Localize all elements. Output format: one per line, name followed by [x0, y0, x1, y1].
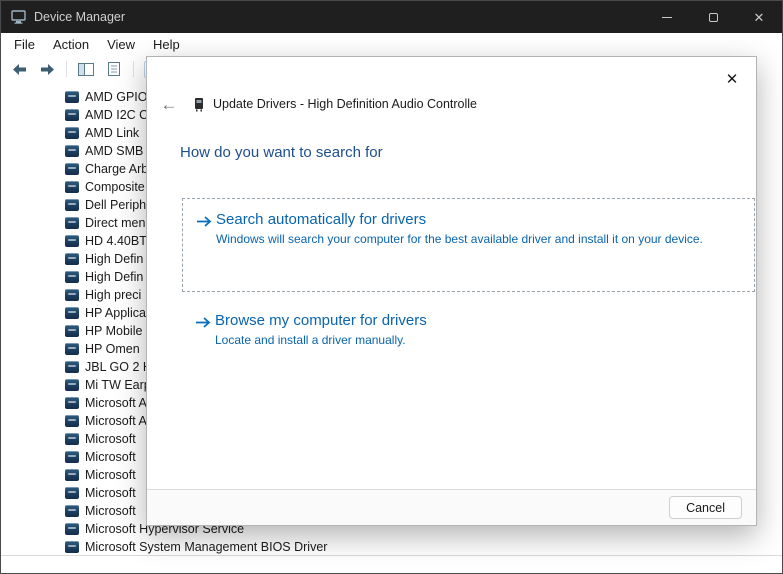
device-icon: [65, 91, 79, 103]
device-icon: [65, 127, 79, 139]
show-console-tree-button[interactable]: [74, 58, 98, 80]
properties-button[interactable]: [102, 58, 126, 80]
dialog-heading: How do you want to search for: [180, 144, 383, 161]
tree-item-label: Microsoft: [85, 504, 136, 518]
tree-item-label: HP Mobile: [85, 324, 142, 338]
option-focus-box: Search automatically for drivers Windows…: [182, 198, 755, 292]
tree-item-label: Microsoft: [85, 432, 136, 446]
tree-item-label: Microsoft: [85, 486, 136, 500]
menu-file[interactable]: File: [5, 35, 44, 54]
tree-item-label: Direct men: [85, 216, 145, 230]
device-icon: [65, 163, 79, 175]
maximize-icon: [709, 13, 718, 22]
device-icon: [65, 397, 79, 409]
menu-view[interactable]: View: [98, 35, 144, 54]
forward-arrow-icon: [40, 63, 55, 76]
option-description: Locate and install a driver manually.: [215, 332, 427, 348]
tree-item-label: Dell Periph: [85, 198, 146, 212]
device-icon: [65, 307, 79, 319]
tree-item-label: Microsoft A: [85, 396, 147, 410]
search-automatically-option[interactable]: Search automatically for drivers Windows…: [196, 211, 740, 247]
tree-item-label: High Defin: [85, 270, 143, 284]
device-icon: [65, 523, 79, 535]
close-icon: ✕: [754, 11, 765, 24]
properties-icon: [107, 62, 121, 76]
device-manager-icon: [11, 10, 26, 24]
minimize-button[interactable]: [644, 1, 690, 33]
window-title: Device Manager: [34, 10, 125, 24]
device-icon: [65, 235, 79, 247]
device-icon: [65, 505, 79, 517]
tree-item-label: Charge Arb: [85, 162, 148, 176]
dialog-close-button[interactable]: ✕: [721, 68, 743, 90]
cancel-button[interactable]: Cancel: [669, 496, 742, 519]
tree-item-label: Mi TW Earp: [85, 378, 151, 392]
device-icon: [65, 487, 79, 499]
option-description: Windows will search your computer for th…: [216, 231, 703, 247]
command-arrow-icon: [196, 215, 212, 228]
tree-item-label: Microsoft: [85, 468, 136, 482]
device-icon: [65, 145, 79, 157]
close-button[interactable]: ✕: [736, 1, 782, 33]
tree-item-label: Composite: [85, 180, 145, 194]
option-title: Browse my computer for drivers: [215, 312, 427, 329]
tree-item-label: AMD GPIO: [85, 90, 148, 104]
device-icon: [65, 289, 79, 301]
menu-action[interactable]: Action: [44, 35, 98, 54]
tree-item-label: Microsoft System Management BIOS Driver: [85, 540, 327, 554]
tree-item-label: HP Omen: [85, 342, 140, 356]
device-icon: [65, 217, 79, 229]
titlebar: Device Manager ✕: [1, 1, 782, 33]
device-icon: [65, 325, 79, 337]
option-title: Search automatically for drivers: [216, 211, 703, 228]
minimize-icon: [662, 17, 672, 18]
tree-item[interactable]: Microsoft System Management BIOS Driver: [65, 538, 782, 555]
menubar: File Action View Help: [1, 33, 782, 56]
device-icon: [65, 361, 79, 373]
back-button[interactable]: [7, 58, 31, 80]
device-icon: [65, 469, 79, 481]
tree-item-label: AMD Link: [85, 126, 139, 140]
device-icon: [65, 433, 79, 445]
device-icon: [65, 379, 79, 391]
device-icon: [65, 253, 79, 265]
toolbar-separator: [66, 61, 67, 77]
command-arrow-icon: [195, 316, 211, 329]
toolbar-separator: [133, 61, 134, 77]
tree-item-label: JBL GO 2 H: [85, 360, 152, 374]
browse-my-computer-option[interactable]: Browse my computer for drivers Locate an…: [195, 312, 735, 348]
tree-item-label: AMD SMB: [85, 144, 143, 158]
device-manager-window: Device Manager ✕ File Action View Help: [0, 0, 783, 574]
maximize-button[interactable]: [690, 1, 736, 33]
tree-item-label: High Defin: [85, 252, 143, 266]
device-icon: [65, 451, 79, 463]
dialog-header: ← Update Drivers - High Definition Audio…: [159, 93, 716, 115]
device-icon: [65, 343, 79, 355]
device-icon: [65, 415, 79, 427]
update-drivers-dialog: ✕ ← Update Drivers - High Definition Aud…: [146, 56, 757, 526]
horizontal-scrollbar-track[interactable]: [1, 555, 782, 573]
dialog-footer: Cancel: [147, 489, 756, 525]
console-tree-icon: [78, 63, 94, 76]
device-icon: [65, 199, 79, 211]
tree-item-label: AMD I2C C: [85, 108, 148, 122]
tree-item-label: Microsoft: [85, 450, 136, 464]
device-icon: [65, 541, 79, 553]
back-arrow-icon: [12, 63, 27, 76]
tree-item-label: HP Applica: [85, 306, 146, 320]
forward-button[interactable]: [35, 58, 59, 80]
device-icon: [65, 271, 79, 283]
device-icon: [65, 109, 79, 121]
tree-item-label: Microsoft A: [85, 414, 147, 428]
dialog-back-button[interactable]: ←: [159, 96, 179, 113]
menu-help[interactable]: Help: [144, 35, 189, 54]
device-icon: [65, 181, 79, 193]
tree-item-label: HD 4.40BT: [85, 234, 147, 248]
dialog-title: Update Drivers - High Definition Audio C…: [213, 97, 477, 111]
audio-device-icon: [193, 97, 205, 112]
tree-item-label: High preci: [85, 288, 141, 302]
